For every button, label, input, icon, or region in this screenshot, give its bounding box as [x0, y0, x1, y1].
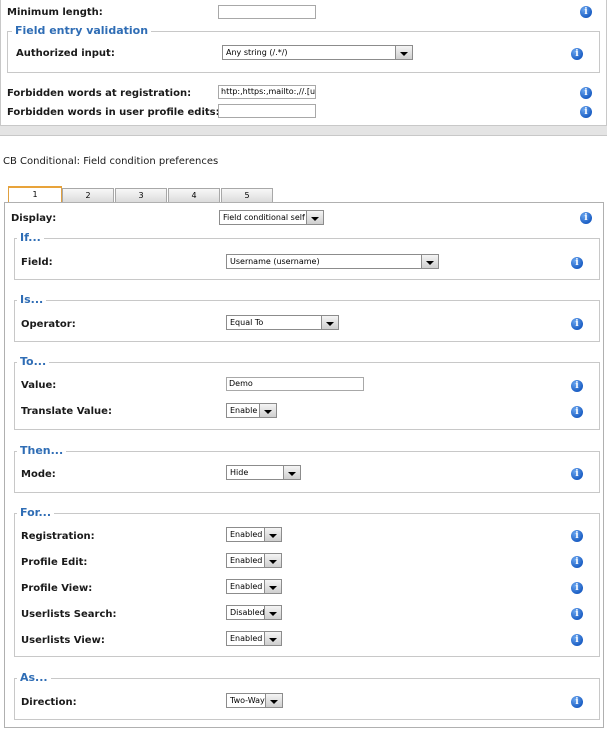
- mode-select[interactable]: Hide: [226, 465, 301, 480]
- direction-select[interactable]: Two-Way: [226, 693, 283, 708]
- direction-label: Direction:: [21, 697, 77, 708]
- userlists-search-select[interactable]: Disabled: [226, 605, 282, 620]
- tab-4[interactable]: 4: [168, 188, 220, 202]
- chevron-down-icon[interactable]: [264, 632, 281, 645]
- display-select[interactable]: Field conditional self: [219, 210, 324, 225]
- to-group: [14, 362, 600, 430]
- min-length-label: Minimum length:: [7, 7, 103, 18]
- profile-view-value: Enabled: [230, 582, 263, 591]
- userlists-view-label: Userlists View:: [21, 635, 105, 646]
- mode-value: Hide: [230, 468, 249, 477]
- userlists-search-value: Disabled: [230, 608, 265, 617]
- as-group: [14, 678, 600, 720]
- info-icon[interactable]: i: [571, 582, 583, 594]
- profile-view-label: Profile View:: [21, 583, 93, 594]
- profile-edit-select[interactable]: Enabled: [226, 553, 282, 568]
- info-icon[interactable]: i: [580, 212, 592, 224]
- registration-select[interactable]: Enabled: [226, 527, 282, 542]
- forbidden-registration-label: Forbidden words at registration:: [7, 88, 192, 99]
- chevron-down-icon[interactable]: [259, 404, 276, 417]
- chevron-down-icon[interactable]: [264, 580, 281, 593]
- field-value: Username (username): [230, 257, 320, 266]
- conditional-section-title: CB Conditional: Field condition preferen…: [3, 156, 219, 167]
- info-icon[interactable]: i: [580, 106, 592, 118]
- then-legend: Then...: [17, 444, 67, 457]
- forbidden-edit-input[interactable]: [218, 104, 316, 118]
- chevron-down-icon[interactable]: [264, 606, 281, 619]
- section-separator: [0, 126, 607, 136]
- info-icon[interactable]: i: [571, 530, 583, 542]
- info-icon[interactable]: i: [571, 556, 583, 568]
- value-label: Value:: [21, 380, 57, 391]
- if-legend: If...: [17, 231, 44, 244]
- userlists-view-select[interactable]: Enabled: [226, 631, 282, 646]
- info-icon[interactable]: i: [571, 468, 583, 480]
- tab-1[interactable]: 1: [8, 186, 62, 202]
- info-icon[interactable]: i: [571, 48, 583, 60]
- field-select[interactable]: Username (username): [226, 254, 439, 269]
- chevron-down-icon[interactable]: [265, 694, 282, 707]
- authorized-input-select[interactable]: Any string (/.*/): [222, 45, 413, 60]
- chevron-down-icon[interactable]: [395, 46, 412, 59]
- operator-value: Equal To: [230, 318, 264, 327]
- registration-label: Registration:: [21, 531, 95, 542]
- display-label: Display:: [11, 213, 57, 224]
- tab-3[interactable]: 3: [115, 188, 167, 202]
- chevron-down-icon[interactable]: [306, 211, 323, 224]
- chevron-down-icon[interactable]: [321, 316, 338, 329]
- display-value: Field conditional self: [223, 213, 305, 222]
- info-icon[interactable]: i: [571, 318, 583, 330]
- authorized-input-label: Authorized input:: [16, 48, 115, 59]
- profile-view-select[interactable]: Enabled: [226, 579, 282, 594]
- direction-value: Two-Way: [230, 696, 265, 705]
- info-icon[interactable]: i: [580, 6, 592, 18]
- value-input[interactable]: Demo: [226, 377, 364, 391]
- translate-value-value: Enable: [230, 406, 258, 415]
- for-legend: For...: [17, 506, 55, 519]
- profile-edit-label: Profile Edit:: [21, 557, 88, 568]
- profile-edit-value: Enabled: [230, 556, 263, 565]
- tab-2[interactable]: 2: [62, 188, 114, 202]
- authorized-input-value: Any string (/.*/): [226, 48, 288, 57]
- operator-select[interactable]: Equal To: [226, 315, 339, 330]
- field-label: Field:: [21, 257, 53, 268]
- chevron-down-icon[interactable]: [283, 466, 300, 479]
- info-icon[interactable]: i: [571, 380, 583, 392]
- mode-label: Mode:: [21, 469, 56, 480]
- operator-label: Operator:: [21, 319, 76, 330]
- info-icon[interactable]: i: [571, 406, 583, 418]
- chevron-down-icon[interactable]: [264, 528, 281, 541]
- translate-value-label: Translate Value:: [21, 406, 112, 417]
- userlists-search-label: Userlists Search:: [21, 609, 117, 620]
- info-icon[interactable]: i: [571, 634, 583, 646]
- min-length-input[interactable]: [218, 5, 316, 19]
- info-icon[interactable]: i: [580, 87, 592, 99]
- info-icon[interactable]: i: [571, 257, 583, 269]
- chevron-down-icon[interactable]: [264, 554, 281, 567]
- as-legend: As...: [17, 671, 51, 684]
- chevron-down-icon[interactable]: [421, 255, 438, 268]
- info-icon[interactable]: i: [571, 696, 583, 708]
- then-group: [14, 451, 600, 493]
- forbidden-edit-label: Forbidden words in user profile edits:: [7, 107, 220, 118]
- forbidden-registration-input[interactable]: http:,https:,mailto:,//.[url],<a,</a>,&#: [218, 85, 316, 99]
- to-legend: To...: [17, 355, 50, 368]
- info-icon[interactable]: i: [571, 608, 583, 620]
- field-entry-validation-legend: Field entry validation: [12, 24, 152, 37]
- registration-value: Enabled: [230, 530, 263, 539]
- translate-value-select[interactable]: Enable: [226, 403, 277, 418]
- tab-5[interactable]: 5: [221, 188, 273, 202]
- userlists-view-value: Enabled: [230, 634, 263, 643]
- is-legend: Is...: [17, 293, 47, 306]
